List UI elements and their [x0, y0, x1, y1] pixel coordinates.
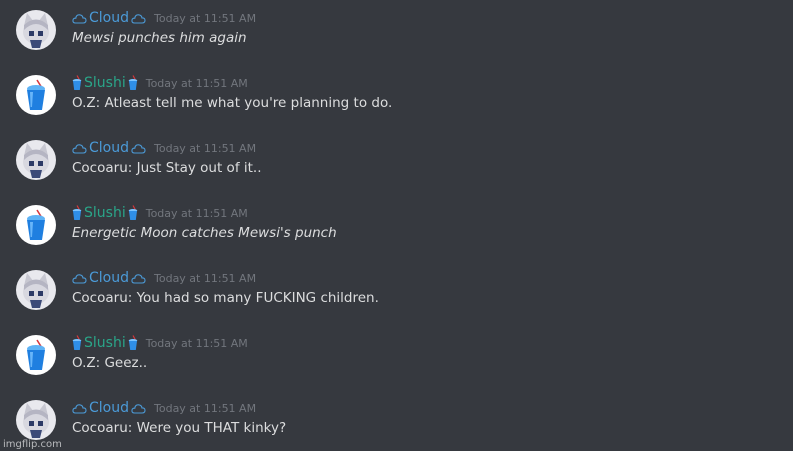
chat-message-list: Cloud Today at 11:51 AM Mewsi punches hi…: [0, 0, 793, 451]
cloud-outline-icon: [72, 273, 87, 284]
slushie-cup-icon: [72, 205, 82, 220]
author-name-text: Cloud: [89, 10, 129, 26]
chat-message: Slushi Today at 11:51 AM O.Z: Atleast te…: [0, 65, 793, 125]
message-text: Energetic Moon catches Mewsi's punch: [72, 225, 337, 241]
message-timestamp: Today at 11:51 AM: [154, 271, 257, 285]
author-name-cloud[interactable]: Cloud: [72, 270, 146, 286]
author-name-text: Slushi: [84, 75, 126, 91]
slushie-cup-icon: [72, 75, 82, 90]
author-name-text: Cloud: [89, 140, 129, 156]
author-name-text: Cloud: [89, 270, 129, 286]
message-header: Slushi Today at 11:51 AM: [72, 74, 248, 92]
user-avatar-cloud[interactable]: [16, 400, 56, 440]
message-timestamp: Today at 11:51 AM: [154, 11, 257, 25]
slushie-cup-icon: [128, 205, 137, 220]
chat-message: Cloud Today at 11:51 AM Mewsi punches hi…: [0, 0, 793, 60]
message-text: Cocoaru: Just Stay out of it..: [72, 160, 262, 176]
message-timestamp: Today at 11:51 AM: [154, 401, 257, 415]
user-avatar-cloud[interactable]: [16, 270, 56, 310]
slushie-cup-icon: [128, 75, 137, 90]
chat-message: Slushi Today at 11:51 AM O.Z: Geez..: [0, 325, 793, 385]
message-text: Cocoaru: Were you THAT kinky?: [72, 420, 287, 436]
cloud-outline-icon: [131, 13, 146, 24]
message-timestamp: Today at 11:51 AM: [145, 76, 248, 90]
chat-message: Cloud Today at 11:51 AM Cocoaru: Just St…: [0, 130, 793, 190]
author-name-slushi[interactable]: Slushi: [72, 335, 138, 351]
message-header: Slushi Today at 11:51 AM: [72, 334, 248, 352]
author-name-slushi[interactable]: Slushi: [72, 75, 138, 91]
cloud-outline-icon: [131, 403, 146, 414]
user-avatar-cloud[interactable]: [16, 10, 56, 50]
author-name-cloud[interactable]: Cloud: [72, 10, 146, 26]
message-timestamp: Today at 11:51 AM: [145, 206, 248, 220]
message-text: O.Z: Atleast tell me what you're plannin…: [72, 95, 393, 111]
cloud-outline-icon: [72, 403, 87, 414]
user-avatar-slushi[interactable]: [16, 75, 56, 115]
message-text: O.Z: Geez..: [72, 355, 148, 371]
user-avatar-cloud[interactable]: [16, 140, 56, 180]
slushie-cup-icon: [72, 335, 82, 350]
author-name-slushi[interactable]: Slushi: [72, 205, 138, 221]
chat-message: Cloud Today at 11:51 AM Cocoaru: You had…: [0, 260, 793, 320]
cloud-outline-icon: [72, 13, 87, 24]
user-avatar-slushi[interactable]: [16, 335, 56, 375]
message-text: Mewsi punches him again: [72, 30, 247, 46]
message-header: Cloud Today at 11:51 AM: [72, 399, 256, 417]
message-header: Slushi Today at 11:51 AM: [72, 204, 248, 222]
author-name-text: Slushi: [84, 205, 126, 221]
cloud-outline-icon: [131, 143, 146, 154]
message-text: Cocoaru: You had so many FUCKING childre…: [72, 290, 379, 306]
cloud-outline-icon: [72, 143, 87, 154]
imgflip-watermark: imgflip.com: [3, 439, 62, 450]
chat-message: Cloud Today at 11:51 AM Cocoaru: Were yo…: [0, 390, 793, 450]
cloud-outline-icon: [131, 273, 146, 284]
author-name-text: Cloud: [89, 400, 129, 416]
author-name-text: Slushi: [84, 335, 126, 351]
message-timestamp: Today at 11:51 AM: [154, 141, 257, 155]
slushie-cup-icon: [128, 335, 137, 350]
author-name-cloud[interactable]: Cloud: [72, 400, 146, 416]
chat-message: Slushi Today at 11:51 AM Energetic Moon …: [0, 195, 793, 255]
message-header: Cloud Today at 11:51 AM: [72, 139, 256, 157]
message-timestamp: Today at 11:51 AM: [145, 336, 248, 350]
user-avatar-slushi[interactable]: [16, 205, 56, 245]
message-header: Cloud Today at 11:51 AM: [72, 9, 256, 27]
author-name-cloud[interactable]: Cloud: [72, 140, 146, 156]
message-header: Cloud Today at 11:51 AM: [72, 269, 256, 287]
